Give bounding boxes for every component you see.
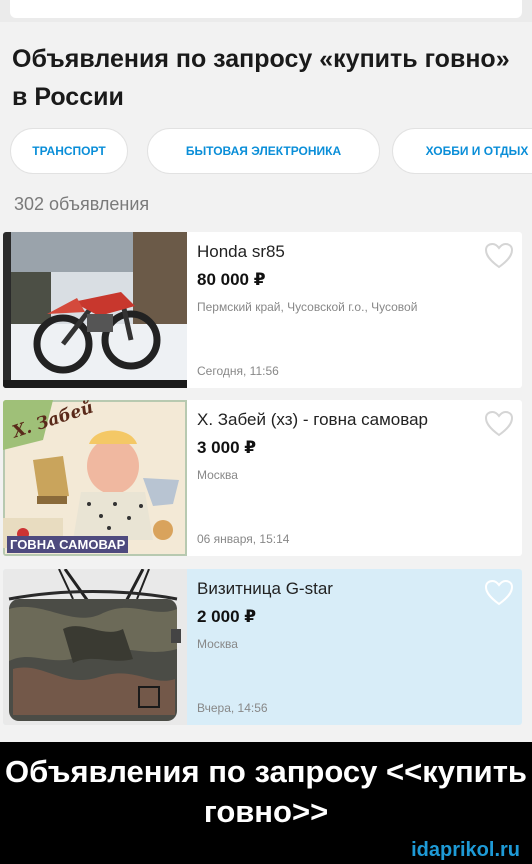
listing-price: 80 000 ₽ (197, 270, 266, 289)
listing-date: 06 января, 15:14 (197, 532, 290, 546)
chip-electronics[interactable]: БЫТОВАЯ ЭЛЕКТРОНИКА (147, 128, 380, 174)
chip-hobby[interactable]: ХОББИ И ОТДЫХ (392, 128, 532, 174)
top-bar-stub (0, 0, 532, 22)
listing-location: Москва (197, 637, 238, 651)
meme-caption: Объявления по запросу <<купить говно>> i… (0, 742, 532, 864)
favorite-heart-icon[interactable] (484, 242, 514, 270)
listing-card[interactable]: Х. Забей ГОВНА САМОВАР Х. Забей (хз) - г… (3, 400, 522, 556)
listing-date: Вчера, 14:56 (197, 701, 268, 715)
listing-info: Honda sr85 80 000 ₽ Пермский край, Чусов… (197, 232, 482, 388)
previous-card-stub (10, 0, 522, 18)
watermark-logo: idaprikol.ru (411, 839, 520, 861)
caption-text: Объявления по запросу <<купить говно>> (5, 754, 527, 829)
listing-location: Пермский край, Чусовской г.о., Чусовой (197, 300, 418, 314)
listing-title[interactable]: Х. Забей (хз) - говна самовар (197, 410, 428, 430)
listing-title[interactable]: Визитница G-star (197, 579, 333, 599)
listing-card[interactable]: Визитница G-star 2 000 ₽ Москва Вчера, 1… (3, 569, 522, 725)
listing-info: Визитница G-star 2 000 ₽ Москва Вчера, 1… (197, 569, 482, 725)
motorcycle-photo[interactable] (3, 232, 187, 388)
painting-photo[interactable]: Х. Забей ГОВНА САМОВАР (3, 400, 187, 556)
chip-transport[interactable]: ТРАНСПОРТ (10, 128, 128, 174)
painting-bottom-lettering: ГОВНА САМОВАР (7, 536, 129, 553)
page-title: Объявления по запросу «купить говно» в Р… (12, 45, 510, 111)
listing-price: 3 000 ₽ (197, 438, 257, 457)
listing-title[interactable]: Honda sr85 (197, 242, 285, 262)
listing-card[interactable]: Honda sr85 80 000 ₽ Пермский край, Чусов… (3, 232, 522, 388)
favorite-heart-icon[interactable] (484, 410, 514, 438)
listing-price: 2 000 ₽ (197, 607, 257, 626)
favorite-heart-icon[interactable] (484, 579, 514, 607)
results-count: 302 объявления (14, 194, 150, 214)
listing-location: Москва (197, 468, 238, 482)
card-holder-photo[interactable] (3, 569, 187, 725)
listing-date: Сегодня, 11:56 (197, 364, 279, 378)
listing-info: Х. Забей (хз) - говна самовар 3 000 ₽ Мо… (197, 400, 482, 556)
category-chips: ТРАНСПОРТ БЫТОВАЯ ЭЛЕКТРОНИКА ХОББИ И ОТ… (0, 128, 532, 176)
